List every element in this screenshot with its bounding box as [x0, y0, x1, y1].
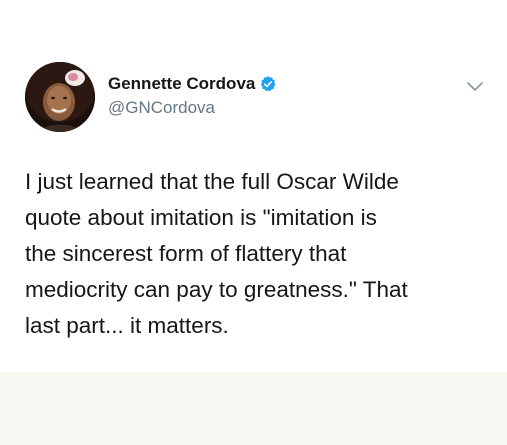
handle[interactable]: @GNCordova	[108, 98, 215, 118]
tweet-text: I just learned that the full Oscar Wilde…	[25, 164, 495, 344]
display-name[interactable]: Gennette Cordova	[108, 74, 255, 94]
verified-badge-icon	[259, 75, 277, 93]
avatar[interactable]	[25, 62, 95, 132]
tweet-line: mediocrity can pay to greatness." That	[25, 277, 408, 302]
tweet-line: the sincerest form of flattery that	[25, 241, 347, 266]
chevron-down-icon[interactable]	[465, 80, 485, 94]
author-name-row[interactable]: Gennette Cordova	[108, 72, 277, 96]
tweet-line: I just learned that the full Oscar Wilde	[25, 169, 399, 194]
tweet-line: last part... it matters.	[25, 313, 229, 338]
footer-band	[0, 372, 507, 445]
avatar-image	[25, 62, 95, 132]
tweet-line: quote about imitation is "imitation is	[25, 205, 377, 230]
tweet-card: Gennette Cordova @GNCordova I just learn…	[0, 0, 507, 372]
